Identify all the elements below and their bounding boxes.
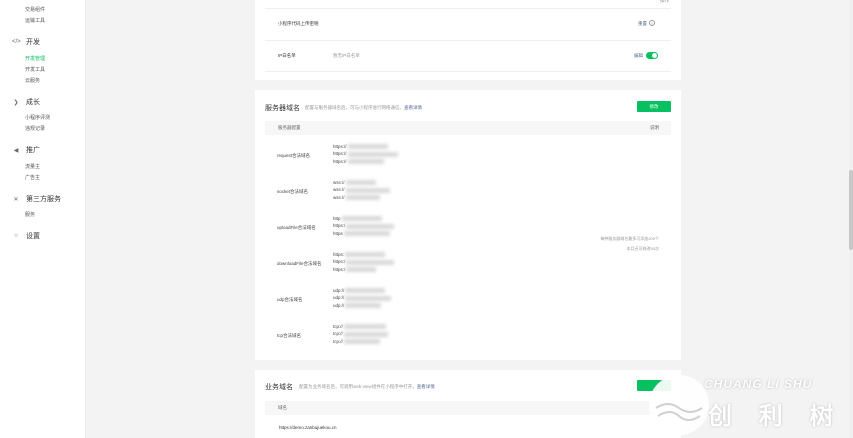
domain-limit-note: 每种服务器域名最多可添加200个 <box>600 236 659 241</box>
sidebar-item-advertiser[interactable]: 广告主 <box>25 174 40 181</box>
reset-link[interactable]: 重置? <box>638 20 655 27</box>
upload-key-label: 小程序代码上传密钥 <box>278 21 319 26</box>
domain-type: tcp合法域名 <box>277 333 302 338</box>
sidebar-group-label: 开发 <box>26 39 40 46</box>
ip-whitelist-toggle[interactable] <box>646 52 658 59</box>
sidebar-item-dev-manage[interactable]: 开发管理 <box>25 55 45 62</box>
sidebar-group-settings[interactable]: ○ 设置 <box>12 231 40 241</box>
server-domain-title: 服务器域名 <box>265 105 300 112</box>
business-domain-value: https://demo.zanbujuekou.cn <box>279 425 337 430</box>
view-details-link[interactable]: 查看详情 <box>417 384 435 389</box>
server-domain-card: 服务器域名 配置与服务器域名后，可与小程序进行网络通信。查看详情 修改 服务器配… <box>255 90 681 360</box>
secrets-card: 操作 小程序代码上传密钥 重置? IP白名单 暂无IP白名单 编辑 <box>255 0 681 80</box>
modify-button[interactable]: 修改 <box>637 101 671 112</box>
domain-type: socket合法域名 <box>277 189 309 194</box>
sidebar-item-shipping[interactable]: 运输工具 <box>25 17 45 24</box>
sidebar: 交易组件 运输工具 </> 开发 开发管理 开发工具 云服务 ❯ 成长 小程序评… <box>0 0 86 438</box>
sidebar-group-growth[interactable]: ❯ 成长 <box>12 97 40 107</box>
divider <box>265 8 671 9</box>
settings-icon: ○ <box>14 233 18 239</box>
domain-type: request合法域名 <box>277 153 311 158</box>
domain-type: uploadFile合法域名 <box>277 225 316 230</box>
domain-type: udp合法域名 <box>277 297 303 302</box>
divider <box>265 40 671 41</box>
sidebar-item-dev-tools[interactable]: 开发工具 <box>25 66 45 73</box>
business-domain-title: 业务域名 <box>265 384 293 391</box>
help-icon[interactable]: ? <box>649 20 655 26</box>
domain-urls: https:// https:// https:// <box>333 143 398 165</box>
watermark-cn: 创 利 树 <box>708 403 844 430</box>
column-header: 域名 <box>278 405 287 410</box>
sidebar-group-label: 推广 <box>26 147 40 154</box>
sidebar-item-cloud[interactable]: 云服务 <box>25 77 40 84</box>
cross-icon: ✕ <box>13 196 19 203</box>
sidebar-item-service[interactable]: 服务 <box>25 211 35 218</box>
watermark-text: CHUANG LI SHU <box>704 377 813 391</box>
sidebar-group-dev[interactable]: </> 开发 <box>12 37 40 47</box>
sidebar-group-promote[interactable]: ◀ 推广 <box>12 145 40 155</box>
sidebar-item-traffic[interactable]: 流量主 <box>25 163 40 170</box>
divider <box>265 71 671 72</box>
domain-urls: wss:// wss:// wss:// <box>333 179 390 201</box>
domain-urls: https: https:/ https:/ <box>333 251 395 273</box>
view-details-link[interactable]: 查看详情 <box>404 105 422 110</box>
column-header: 服务器配置 <box>278 125 301 130</box>
domain-urls: http https:/ https <box>333 215 395 237</box>
scrollbar-track[interactable] <box>849 0 853 438</box>
sidebar-item-violations[interactable]: 违规记录 <box>25 125 45 132</box>
growth-icon: ❯ <box>13 99 19 106</box>
business-domain-desc: 配置为业务域名后，可调用web-view组件在小程序中打开。查看详情 <box>299 384 435 389</box>
ip-whitelist-value: 暂无IP白名单 <box>333 53 360 58</box>
watermark-logo <box>649 375 709 435</box>
table-header: 域名 <box>265 401 671 415</box>
business-domain-card: 业务域名 配置为业务域名后，可调用web-view组件在小程序中打开。查看详情 … <box>255 370 681 438</box>
table-header: 服务器配置 说明 <box>265 121 671 135</box>
domain-urls: tcp:// tcp:// tcp:// <box>333 323 388 345</box>
sidebar-group-label: 第三方服务 <box>26 196 61 203</box>
code-icon: </> <box>12 39 21 45</box>
header-action: 操作 <box>660 0 669 3</box>
domain-type: downloadFile合法域名 <box>277 261 322 266</box>
edit-link[interactable]: 编辑 <box>634 53 643 59</box>
server-domain-desc: 配置与服务器域名后，可与小程序进行网络通信。查看详情 <box>305 105 422 110</box>
scrollbar-thumb[interactable] <box>849 170 853 250</box>
domain-urls: udp:// udp:// udp:// <box>333 287 392 309</box>
ip-whitelist-label: IP白名单 <box>278 53 296 58</box>
sidebar-group-label: 设置 <box>26 233 40 240</box>
sidebar-item-review[interactable]: 小程序评测 <box>25 114 50 121</box>
sidebar-group-third-party[interactable]: ✕ 第三方服务 <box>12 194 61 204</box>
sidebar-item-trade[interactable]: 交易组件 <box>25 6 45 13</box>
modify-count-note: 本月还可修改50次 <box>626 246 659 251</box>
column-header: 说明 <box>650 125 659 130</box>
megaphone-icon: ◀ <box>13 147 19 154</box>
sidebar-group-label: 成长 <box>26 99 40 106</box>
